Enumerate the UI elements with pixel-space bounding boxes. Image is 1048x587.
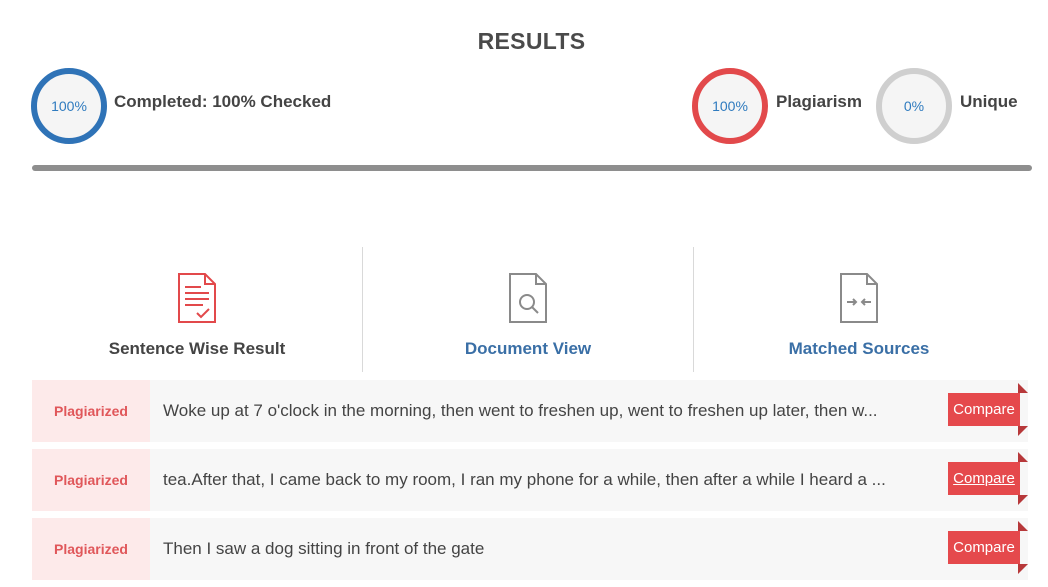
- results-title: RESULTS: [477, 28, 586, 54]
- compare-ribbon-fold: [1018, 383, 1028, 393]
- tab-sentence-wise-result[interactable]: Sentence Wise Result: [32, 247, 362, 372]
- compare-ribbon-fold: [1018, 452, 1028, 462]
- status-badge: Plagiarized: [32, 518, 150, 580]
- tab-document-view[interactable]: Document View: [362, 247, 693, 372]
- compare-ribbon-fold: [1018, 564, 1028, 574]
- tab-sentence-wise-result-label: Sentence Wise Result: [108, 339, 286, 358]
- document-compare-icon: [840, 273, 878, 323]
- unique-label: Unique: [960, 92, 1018, 111]
- compare-button-label: Compare: [953, 401, 1015, 418]
- plagiarism-value: 100%: [712, 98, 748, 114]
- unique-value: 0%: [903, 98, 925, 114]
- status-badge: Plagiarized: [32, 380, 150, 442]
- compare-button[interactable]: Compare: [948, 531, 1020, 564]
- result-view-tabs: Sentence Wise Result Document View Match…: [32, 247, 1024, 372]
- completed-progress-circle: 100%: [31, 68, 107, 144]
- sentence-text: tea.After that, I came back to my room, …: [163, 449, 943, 511]
- compare-ribbon-fold: [1018, 426, 1028, 436]
- compare-button-label: Compare: [953, 470, 1015, 487]
- compare-button[interactable]: Compare: [948, 393, 1020, 426]
- compare-button[interactable]: Compare: [948, 462, 1020, 495]
- compare-button-label: Compare: [953, 539, 1015, 556]
- compare-ribbon-fold: [1018, 521, 1028, 531]
- sentence-text: Woke up at 7 o'clock in the morning, the…: [163, 380, 943, 442]
- document-check-icon: [178, 273, 216, 323]
- compare-ribbon-fold: [1018, 495, 1028, 505]
- sentence-text: Then I saw a dog sitting in front of the…: [163, 518, 943, 580]
- status-badge: Plagiarized: [32, 449, 150, 511]
- unique-circle: 0%: [876, 68, 952, 144]
- document-search-icon: [509, 273, 547, 323]
- tab-document-view-label: Document View: [464, 339, 592, 358]
- progress-bar: [32, 165, 1032, 171]
- completed-label: Completed: 100% Checked: [114, 92, 332, 111]
- plagiarism-label: Plagiarism: [776, 92, 862, 111]
- result-row: Plagiarized tea.After that, I came back …: [32, 449, 1028, 511]
- tab-matched-sources[interactable]: Matched Sources: [693, 247, 1024, 372]
- result-row: Plagiarized Then I saw a dog sitting in …: [32, 518, 1028, 580]
- tab-matched-sources-label: Matched Sources: [788, 339, 930, 358]
- sentence-text-content: Woke up at 7 o'clock in the morning, the…: [163, 401, 878, 420]
- sentence-text-content: tea.After that, I came back to my room, …: [163, 470, 886, 489]
- completed-value: 100%: [51, 98, 87, 114]
- plagiarism-circle: 100%: [692, 68, 768, 144]
- sentence-text-content: Then I saw a dog sitting in front of the…: [163, 539, 485, 558]
- result-row: Plagiarized Woke up at 7 o'clock in the …: [32, 380, 1028, 442]
